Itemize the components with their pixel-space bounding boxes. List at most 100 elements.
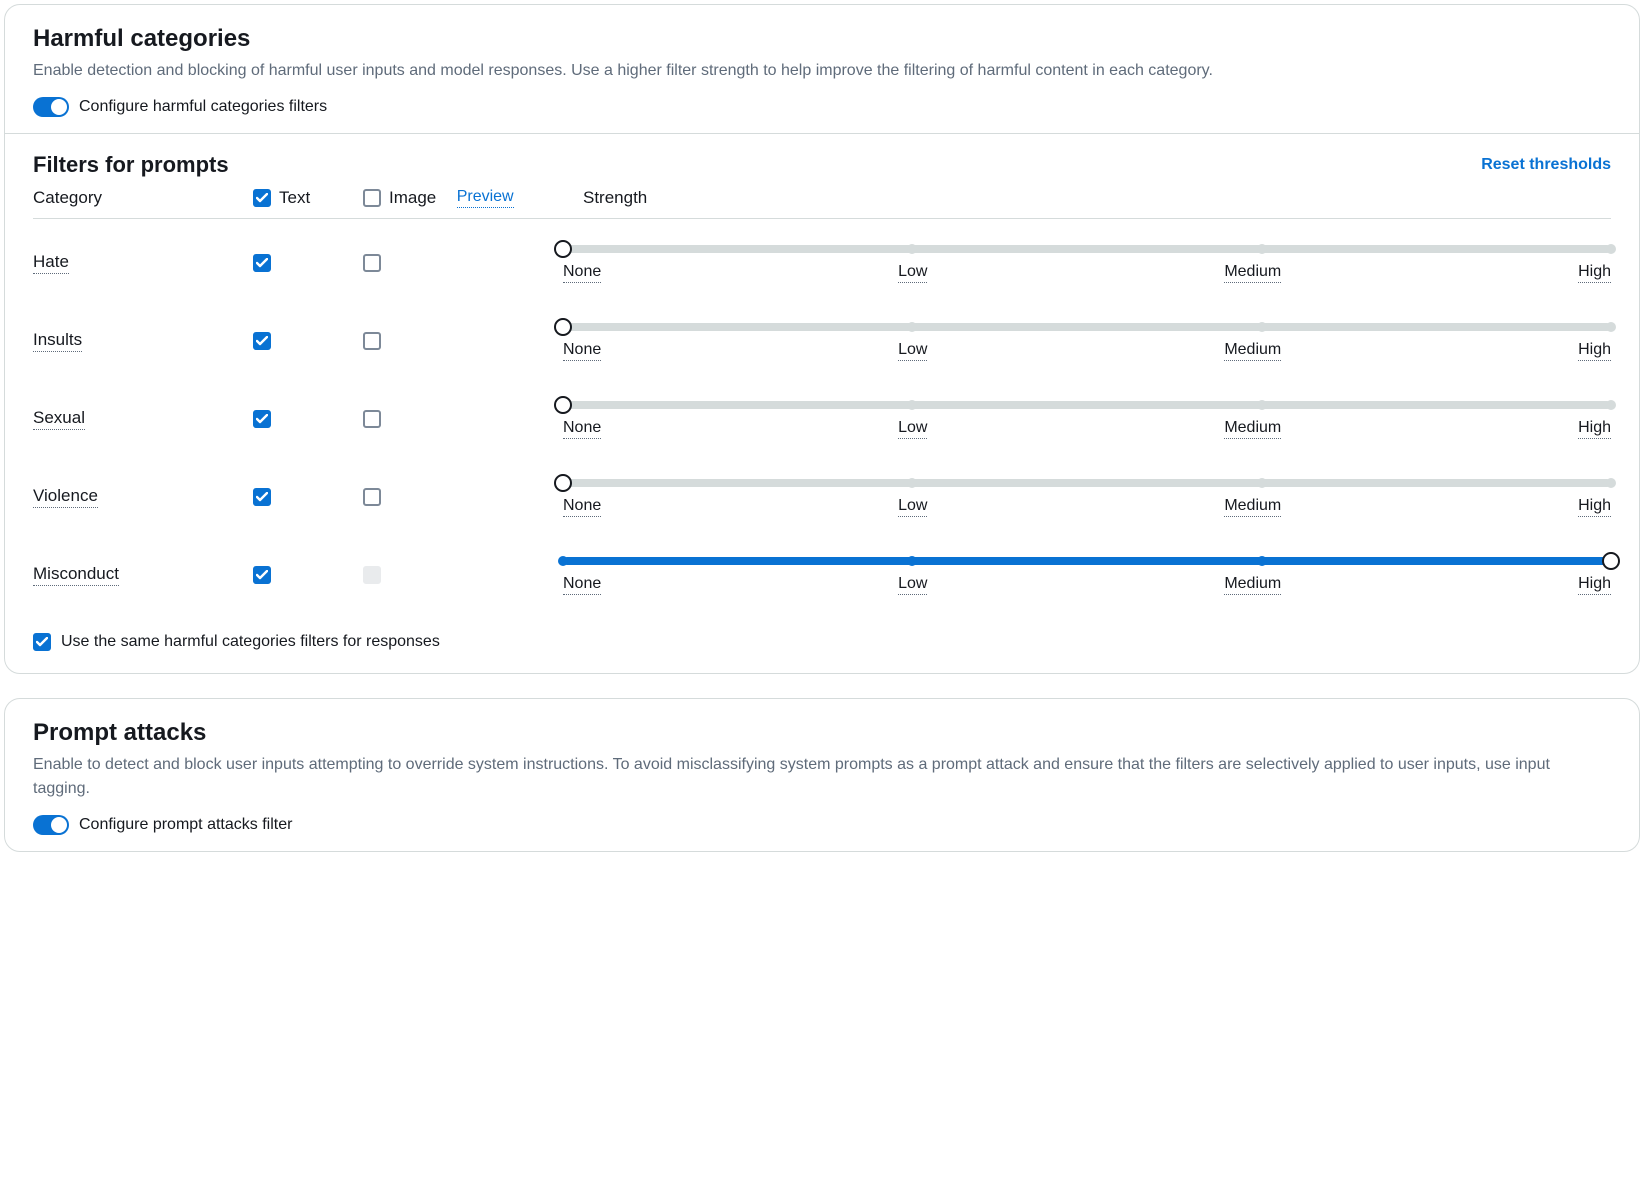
harmful-categories-panel: Harmful categories Enable detection and … bbox=[4, 4, 1640, 674]
header-text-checkbox[interactable] bbox=[253, 189, 271, 207]
image-preview-link[interactable]: Preview bbox=[457, 188, 514, 208]
slider-label: None bbox=[563, 575, 601, 595]
row-text-checkbox[interactable] bbox=[253, 488, 271, 506]
prompt-attacks-toggle-label: Configure prompt attacks filter bbox=[79, 816, 292, 834]
slider-label: Low bbox=[898, 341, 927, 361]
slider-label: Medium bbox=[1224, 263, 1281, 283]
slider-track bbox=[563, 323, 1611, 331]
filters-grid-body: Hate None Low Medium High Insults bbox=[33, 231, 1611, 621]
row-image-checkbox[interactable] bbox=[363, 254, 381, 272]
col-image: Image bbox=[389, 188, 436, 208]
row-text-checkbox[interactable] bbox=[253, 254, 271, 272]
slider-label: None bbox=[563, 341, 601, 361]
slider-thumb[interactable] bbox=[554, 240, 572, 258]
slider-labels: NoneLowMediumHigh bbox=[563, 263, 1611, 283]
same-for-responses-label: Use the same harmful categories filters … bbox=[61, 633, 440, 651]
slider-tick bbox=[1257, 478, 1267, 488]
strength-slider[interactable]: None Low Medium High bbox=[563, 555, 1611, 595]
slider-label: High bbox=[1578, 341, 1611, 361]
slider-labels: None Low Medium High bbox=[563, 341, 1611, 361]
slider-label: Medium bbox=[1224, 575, 1281, 595]
filters-grid-header: Category Text Image Preview Strengt bbox=[33, 188, 1611, 219]
slider-tick bbox=[907, 556, 917, 566]
slider-thumb[interactable] bbox=[554, 318, 572, 336]
row-text-checkbox[interactable] bbox=[253, 566, 271, 584]
reset-thresholds-button[interactable]: Reset thresholds bbox=[1481, 156, 1611, 174]
filter-row: Sexual None Low Medium High bbox=[33, 387, 1611, 465]
slider-label: Medium bbox=[1224, 341, 1281, 361]
same-for-responses-checkbox[interactable] bbox=[33, 633, 51, 651]
strength-slider[interactable]: None Low Medium High bbox=[563, 477, 1611, 517]
row-image-checkbox[interactable] bbox=[363, 488, 381, 506]
harmful-title: Harmful categories bbox=[33, 25, 1611, 53]
slider-label: Medium bbox=[1224, 497, 1281, 517]
slider-label: Low bbox=[898, 263, 927, 283]
row-text-checkbox[interactable] bbox=[253, 410, 271, 428]
slider-label: None bbox=[563, 419, 601, 439]
slider-tick bbox=[558, 556, 568, 566]
strength-slider[interactable]: None Low Medium High bbox=[563, 321, 1611, 361]
prompt-attacks-title: Prompt attacks bbox=[33, 719, 1611, 747]
filters-title: Filters for prompts bbox=[33, 152, 229, 178]
slider-label: Low bbox=[898, 419, 927, 439]
row-image-checkbox[interactable] bbox=[363, 410, 381, 428]
slider-tick bbox=[907, 400, 917, 410]
category-name: Misconduct bbox=[33, 564, 119, 586]
row-image-checkbox[interactable] bbox=[363, 332, 381, 350]
header-image-checkbox[interactable] bbox=[363, 189, 381, 207]
row-image-checkbox bbox=[363, 566, 381, 584]
slider-thumb[interactable] bbox=[554, 396, 572, 414]
slider-track bbox=[563, 479, 1611, 487]
slider-tick bbox=[1606, 400, 1616, 410]
slider-tick bbox=[1606, 244, 1616, 254]
prompt-attacks-toggle[interactable] bbox=[33, 815, 69, 835]
harmful-toggle-label: Configure harmful categories filters bbox=[79, 98, 327, 116]
category-name: Hate bbox=[33, 252, 69, 274]
filter-row: Misconduct None Low Medium High bbox=[33, 543, 1611, 621]
harmful-toggle[interactable] bbox=[33, 97, 69, 117]
filters-subpanel: Filters for prompts Reset thresholds Cat… bbox=[5, 133, 1639, 673]
prompt-attacks-header: Prompt attacks Enable to detect and bloc… bbox=[5, 699, 1639, 851]
strength-slider[interactable]: NoneLowMediumHigh bbox=[563, 243, 1611, 283]
slider-label: Medium bbox=[1224, 419, 1281, 439]
slider-track bbox=[563, 557, 1611, 565]
slider-tick bbox=[1257, 322, 1267, 332]
category-name: Violence bbox=[33, 486, 98, 508]
slider-tick bbox=[1257, 400, 1267, 410]
slider-tick bbox=[1257, 556, 1267, 566]
harmful-toggle-row: Configure harmful categories filters bbox=[33, 97, 1611, 117]
harmful-header: Harmful categories Enable detection and … bbox=[5, 5, 1639, 133]
slider-label: None bbox=[563, 497, 601, 517]
slider-tick bbox=[1606, 478, 1616, 488]
slider-label: High bbox=[1578, 497, 1611, 517]
slider-track bbox=[563, 245, 1611, 253]
slider-label: High bbox=[1578, 419, 1611, 439]
slider-thumb[interactable] bbox=[554, 474, 572, 492]
slider-label: Low bbox=[898, 575, 927, 595]
slider-fill bbox=[563, 557, 1611, 565]
col-strength: Strength bbox=[583, 188, 647, 208]
filter-row: Violence None Low Medium High bbox=[33, 465, 1611, 543]
slider-tick bbox=[1257, 244, 1267, 254]
category-name: Sexual bbox=[33, 408, 85, 430]
slider-tick bbox=[907, 478, 917, 488]
slider-track bbox=[563, 401, 1611, 409]
strength-slider[interactable]: None Low Medium High bbox=[563, 399, 1611, 439]
slider-thumb[interactable] bbox=[1602, 552, 1620, 570]
toggle-knob bbox=[51, 99, 67, 115]
slider-labels: None Low Medium High bbox=[563, 575, 1611, 595]
filter-row: Insults None Low Medium High bbox=[33, 309, 1611, 387]
slider-labels: None Low Medium High bbox=[563, 497, 1611, 517]
prompt-attacks-description: Enable to detect and block user inputs a… bbox=[33, 753, 1611, 801]
slider-label: None bbox=[563, 263, 601, 283]
prompt-attacks-toggle-row: Configure prompt attacks filter bbox=[33, 815, 1611, 835]
prompt-attacks-panel: Prompt attacks Enable to detect and bloc… bbox=[4, 698, 1640, 852]
row-text-checkbox[interactable] bbox=[253, 332, 271, 350]
slider-label: Low bbox=[898, 497, 927, 517]
slider-labels: None Low Medium High bbox=[563, 419, 1611, 439]
slider-tick bbox=[907, 322, 917, 332]
col-text: Text bbox=[279, 188, 310, 208]
same-for-responses-row: Use the same harmful categories filters … bbox=[33, 633, 1611, 651]
category-name: Insults bbox=[33, 330, 82, 352]
slider-label: High bbox=[1578, 575, 1611, 595]
